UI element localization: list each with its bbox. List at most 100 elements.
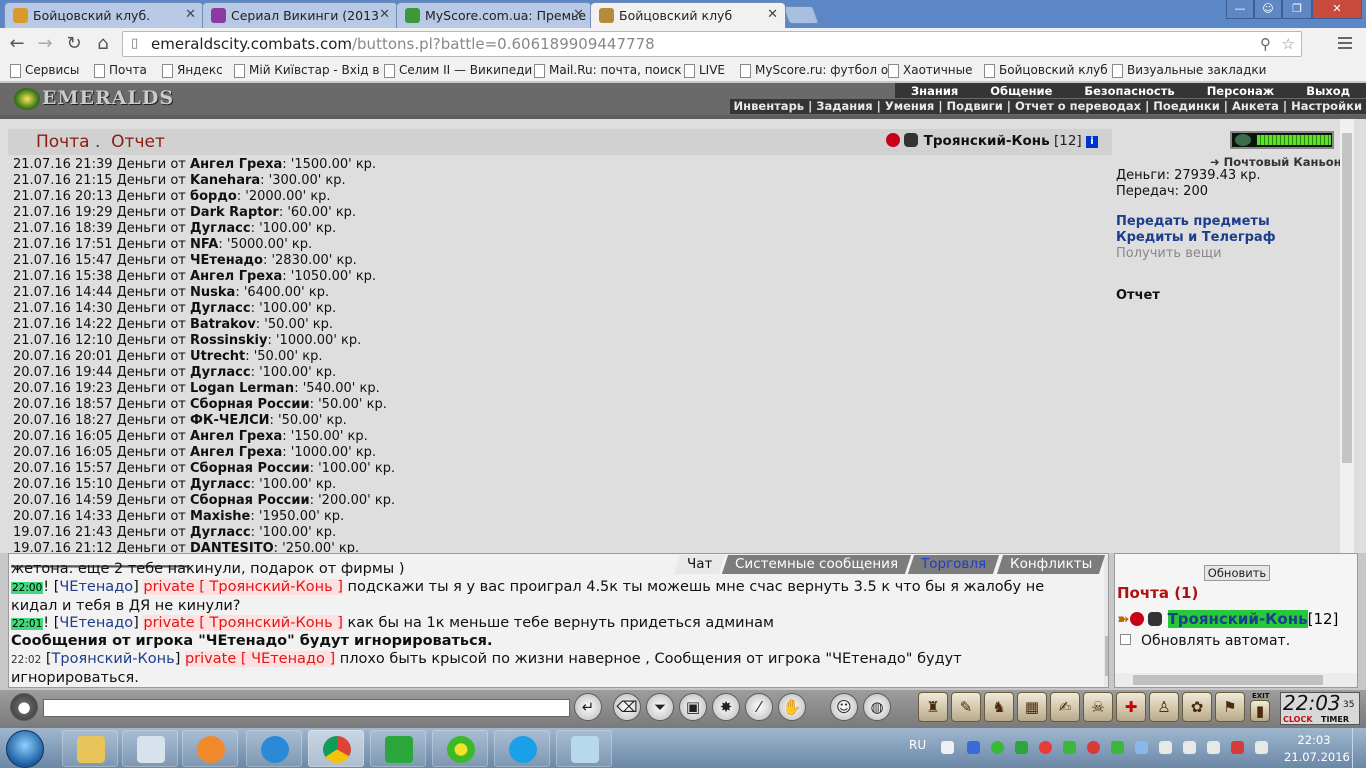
online-hscrollbar[interactable] (1115, 673, 1357, 687)
smile-settings-icon[interactable]: ● (10, 693, 38, 721)
opera-icon[interactable] (1087, 741, 1100, 754)
close-tab-icon[interactable]: ✕ (573, 7, 584, 22)
character-icon[interactable]: ♙ (1149, 692, 1179, 722)
log-sender[interactable]: DANTESITO (190, 541, 274, 553)
log-sender[interactable]: NFA (190, 237, 218, 252)
skull-icon[interactable]: ☠ (1083, 692, 1113, 722)
taskbar-ie[interactable] (246, 730, 302, 767)
bookmark-kyivstar[interactable]: Мій Київстар - Вхід в (232, 63, 379, 78)
network-icon[interactable] (1183, 741, 1196, 754)
player-name[interactable]: Троянский-Конь (924, 133, 1050, 149)
chrome-menu-icon[interactable] (1338, 37, 1352, 49)
log-sender[interactable]: Maxishe (190, 509, 250, 524)
taskbar-media[interactable] (182, 730, 238, 767)
chat-sender[interactable]: ЧЕтенадо (59, 579, 133, 595)
log-sender[interactable]: Сборная России (190, 493, 310, 508)
bookmark-live[interactable]: LIVE (682, 63, 725, 78)
log-sender[interactable]: Rossinskiy (190, 333, 267, 348)
clock-mode-clock[interactable]: CLOCK (1283, 715, 1313, 724)
taskbar-skype[interactable] (494, 730, 550, 767)
start-button[interactable] (6, 730, 44, 768)
tab-trade[interactable]: Торговля (908, 555, 1000, 574)
forward-icon[interactable]: → (34, 33, 56, 55)
download-icon[interactable] (1063, 741, 1076, 754)
action-center-icon[interactable] (1255, 741, 1268, 754)
chat-private-tag[interactable]: private [ Троянский-Конь ] (143, 579, 343, 595)
bookmark-wiki[interactable]: Селим II — Википеди (382, 63, 532, 78)
minimize-window-button[interactable]: — (1226, 0, 1254, 19)
log-sender[interactable]: Ангел Греха (190, 269, 282, 284)
filter-icon[interactable]: ⏷ (646, 693, 674, 721)
hand-icon[interactable]: ✋ (778, 693, 806, 721)
battle-icon[interactable]: ✚ (1116, 692, 1146, 722)
browser-tab-2[interactable]: Сериал Викинги (2013 ✕ (202, 2, 398, 28)
main-scrollbar[interactable] (1340, 119, 1354, 557)
group-icon[interactable]: ✿ (1182, 692, 1212, 722)
antivirus-icon[interactable] (1039, 741, 1052, 754)
bookmark-yandex[interactable]: Яндекс (160, 63, 223, 78)
taskbar-agent[interactable] (370, 730, 426, 767)
taskbar-icq[interactable] (432, 730, 488, 767)
volume-icon[interactable] (1207, 741, 1220, 754)
scroll-icon[interactable]: ✍ (1050, 692, 1080, 722)
submenu-transfer-report[interactable]: Отчет о переводах (1011, 99, 1145, 113)
close-tab-icon[interactable]: ✕ (185, 7, 196, 22)
transfer-items-link[interactable]: Передать предметы (1116, 214, 1270, 229)
log-sender[interactable]: Ангел Греха (190, 429, 282, 444)
tray-expand-icon[interactable] (941, 741, 954, 754)
menu-character[interactable]: Персонаж (1191, 83, 1291, 98)
log-sender[interactable]: Дугласс (190, 525, 251, 540)
bookmark-mailru[interactable]: Mail.Ru: почта, поиск (532, 63, 682, 78)
security-shield-icon[interactable] (1231, 741, 1244, 754)
close-window-button[interactable]: ✕ (1312, 0, 1362, 19)
bookmark-fightclub[interactable]: Бойцовский клуб (982, 63, 1108, 78)
log-sender[interactable]: Дугласс (190, 477, 251, 492)
eraser-icon[interactable]: ⌫ (613, 693, 641, 721)
maximize-window-button[interactable]: ❐ (1282, 0, 1312, 19)
checkmark-icon[interactable] (1111, 741, 1124, 754)
location-link[interactable]: ➜ Почтовый Каньон (1210, 155, 1342, 169)
home-icon[interactable]: ⌂ (92, 33, 114, 55)
submenu-settings[interactable]: Настройки (1287, 99, 1366, 113)
helmet-icon[interactable]: ◍ (863, 693, 891, 721)
log-sender[interactable]: Сборная России (190, 461, 310, 476)
log-sender[interactable]: Ангел Греха (190, 445, 282, 460)
menu-communication[interactable]: Общение (974, 83, 1068, 98)
chat-sender[interactable]: Троянский-Конь (52, 651, 175, 667)
title-mail[interactable]: Почта . (36, 132, 100, 152)
log-sender[interactable]: Kanehara (190, 173, 260, 188)
title-report[interactable]: Отчет (111, 132, 165, 152)
chat-private-tag[interactable]: private [ Троянский-Конь ] (143, 615, 343, 631)
log-sender[interactable]: ЧЕтенадо (190, 253, 263, 268)
log-sender[interactable]: Batrakov (190, 317, 256, 332)
bluetooth-icon[interactable] (967, 741, 980, 754)
clock-mode-timer[interactable]: TIMER (1321, 715, 1349, 724)
chat-input[interactable] (43, 699, 570, 717)
menu-security[interactable]: Безопасность (1068, 83, 1190, 98)
refresh-button[interactable]: Обновить (1204, 565, 1270, 581)
log-sender[interactable]: Ангел Греха (190, 157, 282, 172)
send-enter-icon[interactable]: ↵ (574, 693, 602, 721)
online-scroll-thumb[interactable] (1133, 675, 1323, 685)
submenu-battles[interactable]: Поединки (1149, 99, 1223, 113)
system-clock[interactable]: 22:03 21.07.2016 (1284, 732, 1350, 766)
tab-conflicts[interactable]: Конфликты (996, 555, 1106, 574)
agent-tray-icon[interactable] (1015, 741, 1028, 754)
save-icon[interactable]: ▣ (679, 693, 707, 721)
auto-refresh-checkbox[interactable]: Обновлять автомат. (1120, 633, 1290, 649)
smiley-icon[interactable]: ☺ (830, 693, 858, 721)
address-bar[interactable]: ▯ emeraldscity.combats.com/buttons.pl?ba… (122, 31, 1302, 57)
bookmark-chaotic[interactable]: Хаотичные (886, 63, 973, 78)
tab-system-messages[interactable]: Системные сообщения (722, 555, 912, 574)
display-icon[interactable] (1135, 741, 1148, 754)
taskbar-calculator[interactable] (122, 730, 178, 767)
bookmark-visual[interactable]: Визуальные закладки (1110, 63, 1266, 78)
back-icon[interactable]: ← (6, 33, 28, 55)
bookmark-myscore[interactable]: MyScore.ru: футбол о (738, 63, 888, 78)
chat-sender[interactable]: ЧЕтенадо (59, 615, 133, 631)
checkbox-box[interactable] (1120, 634, 1131, 645)
browser-tab-1[interactable]: Бойцовский клуб. ✕ (4, 2, 204, 28)
scroll-thumb[interactable] (1342, 133, 1352, 463)
tray-green-icon[interactable] (991, 741, 1004, 754)
close-tab-icon[interactable]: ✕ (379, 7, 390, 22)
